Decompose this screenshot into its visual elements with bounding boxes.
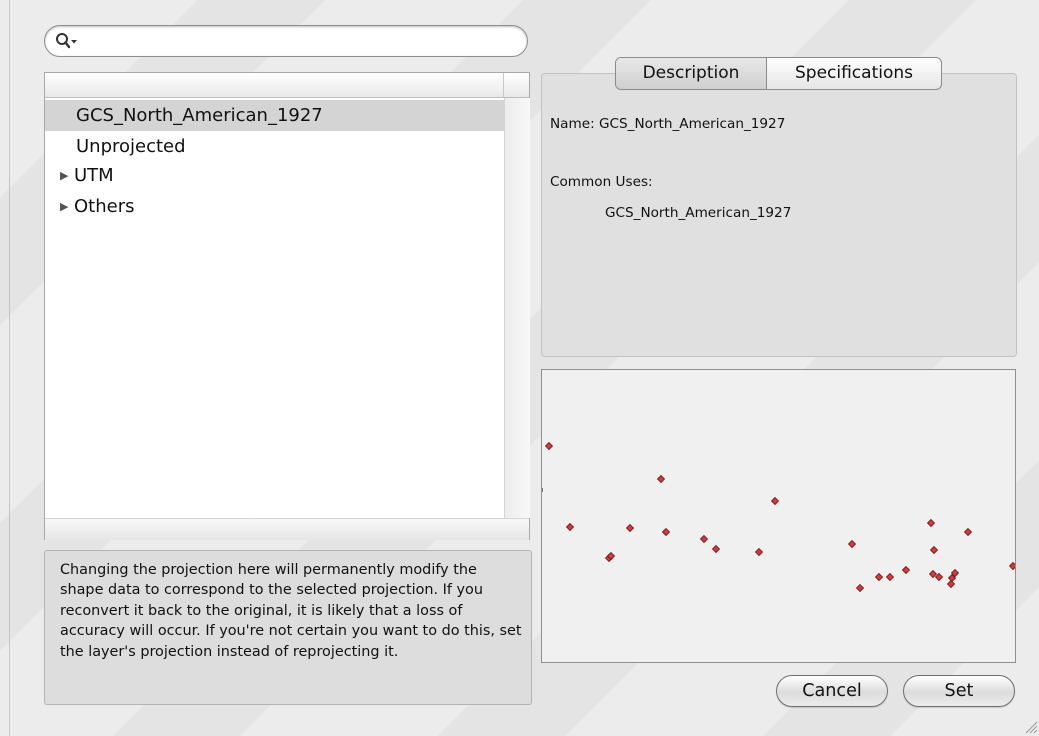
map-points-layer — [542, 441, 1015, 593]
map-point — [699, 534, 709, 544]
map-point — [565, 522, 575, 532]
map-point — [1008, 561, 1015, 571]
column-divider — [503, 73, 504, 97]
map-point — [656, 474, 666, 484]
map-preview — [541, 369, 1016, 663]
disclosure-triangle-icon[interactable]: ▶ — [60, 170, 68, 182]
tree-item-label: Unprojected — [76, 136, 186, 157]
tree-item-unprojected[interactable]: Unprojected — [45, 131, 504, 162]
tab-bar: Description Specifications — [615, 57, 942, 90]
map-point — [754, 547, 764, 557]
map-point — [963, 527, 973, 537]
common-uses-value: GCS_North_American_1927 — [605, 205, 792, 221]
search-field[interactable] — [44, 25, 528, 57]
tree-item-label: Others — [74, 196, 135, 217]
reprojection-warning-text: Changing the projection here will perman… — [60, 562, 522, 660]
resize-grip-icon[interactable] — [1024, 720, 1038, 734]
tab-description[interactable]: Description — [616, 58, 767, 89]
map-point — [934, 572, 944, 582]
map-point — [928, 569, 938, 579]
tree-item-label: UTM — [74, 165, 114, 186]
map-point — [885, 572, 895, 582]
map-point — [661, 527, 671, 537]
map-point — [926, 518, 936, 528]
tree-item-gcs-north-american-1927[interactable]: GCS_North_American_1927 — [45, 100, 504, 131]
map-point — [929, 545, 939, 555]
map-point — [874, 572, 884, 582]
info-panel: Changing the projection here will perman… — [44, 550, 532, 705]
list-column-header — [45, 73, 529, 98]
map-point — [847, 539, 857, 549]
map-point — [625, 523, 635, 533]
tree-item-utm[interactable]: ▶ UTM — [45, 160, 504, 191]
map-point — [946, 579, 956, 589]
disclosure-triangle-icon[interactable]: ▶ — [60, 201, 68, 213]
vertical-scrollbar[interactable] — [504, 98, 530, 518]
cancel-button[interactable]: Cancel — [776, 675, 888, 707]
search-input[interactable] — [83, 30, 517, 54]
tab-specifications[interactable]: Specifications — [767, 58, 941, 89]
tree-item-others[interactable]: ▶ Others — [45, 191, 504, 222]
horizontal-scrollbar[interactable] — [45, 518, 529, 540]
map-point — [855, 583, 865, 593]
map-point — [711, 544, 721, 554]
map-point — [770, 496, 780, 506]
set-button[interactable]: Set — [903, 675, 1015, 707]
name-line: Name: GCS_North_American_1927 — [550, 116, 786, 132]
map-point — [901, 565, 911, 575]
search-icon[interactable] — [55, 32, 79, 50]
map-point — [544, 441, 554, 451]
tree-item-label: GCS_North_American_1927 — [76, 105, 323, 126]
projection-tree[interactable]: GCS_North_American_1927 Unprojected ▶ UT… — [44, 72, 530, 540]
common-uses-label: Common Uses: — [550, 174, 653, 190]
tab-panel: Name: GCS_North_American_1927 Common Use… — [541, 73, 1017, 357]
